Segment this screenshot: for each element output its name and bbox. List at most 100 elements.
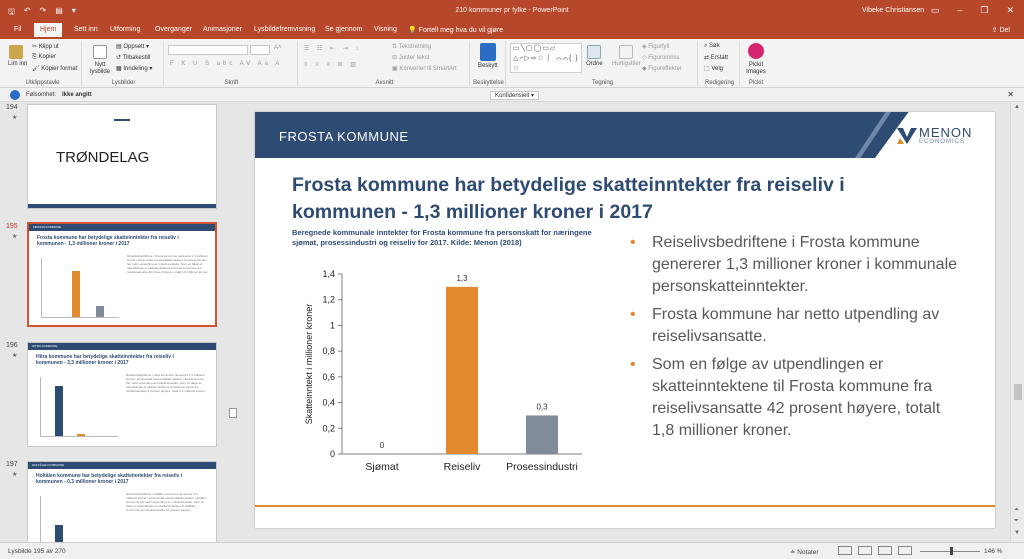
- bullet-item[interactable]: • Reiselivsbedriftene i Frosta kommune ge…: [625, 232, 965, 298]
- y-tick-label: 0,8: [322, 346, 335, 356]
- paste-button[interactable]: Lim inn: [8, 45, 27, 67]
- layout-button[interactable]: ▤ Oppsett ▾: [116, 43, 149, 50]
- slide-sorter-icon[interactable]: [858, 546, 872, 555]
- copy-button[interactable]: ⎘ Kopier: [32, 54, 56, 61]
- arrange-button[interactable]: Ordne: [586, 45, 603, 67]
- restore-icon[interactable]: ❐: [980, 5, 988, 16]
- shape-effects-button[interactable]: ◆ Figureffekter: [642, 65, 682, 72]
- tab-file[interactable]: Fil: [14, 26, 21, 33]
- scroll-down-icon[interactable]: ▼: [1014, 530, 1020, 536]
- shape-fill-button[interactable]: ◈ Figurfyll: [642, 43, 669, 50]
- protection-group: Beskytt Beskyttelse: [472, 41, 506, 86]
- quick-styles-button[interactable]: Hurtigstiler: [612, 45, 641, 67]
- thumb-number: 194: [6, 104, 18, 111]
- notes-button[interactable]: ≐ Notater: [790, 548, 819, 556]
- scrollbar-thumb[interactable]: [1014, 384, 1022, 400]
- chart-caption[interactable]: Beregnede kommunale inntekter for Frosta…: [292, 228, 592, 248]
- zoom-slider-knob[interactable]: [950, 547, 953, 555]
- font-format-buttons[interactable]: F K U S abc AV Aa A: [170, 61, 282, 67]
- list-buttons[interactable]: ☰ ☷ ⇤ ⇥ ↕: [304, 45, 361, 52]
- y-tick-label: 1,2: [322, 295, 335, 305]
- vertical-scrollbar[interactable]: ▲ ⏶ ⏷ ▼: [1010, 102, 1024, 542]
- scroll-up-icon[interactable]: ▲: [1014, 104, 1020, 110]
- thumb-bar: [96, 306, 104, 317]
- thumb-bullets: Reiselivsbedriftene i Frosta kommune gen…: [127, 254, 209, 274]
- tab-review[interactable]: Se gjennom: [325, 26, 362, 33]
- minimize-icon[interactable]: –: [957, 5, 962, 16]
- y-tick-label: 0,2: [322, 423, 335, 433]
- pane-resize-handle[interactable]: [229, 408, 237, 418]
- protect-button[interactable]: Beskytt: [478, 43, 498, 69]
- reading-view-icon[interactable]: [878, 546, 892, 555]
- bullet-item[interactable]: • Frosta kommune har netto utpendling av …: [625, 304, 965, 348]
- slide-thumbnail-195[interactable]: FROSTA KOMMUNE Frosta kommune har betyde…: [27, 222, 217, 327]
- logo-icon: [114, 111, 130, 121]
- format-painter-button[interactable]: 🖌 Kopier format: [32, 65, 77, 72]
- pickit-button[interactable]: Pickit Images: [744, 43, 768, 76]
- pickit-icon: [748, 43, 764, 59]
- tab-home[interactable]: Hjem: [34, 23, 63, 37]
- thumb-title: Holtålen kommune har betydelige skattein…: [36, 473, 183, 485]
- bar-chart[interactable]: 0 0,2 0,4 0,6 0,8 1 1,2 1,4 Skatteinntekt i mill…: [300, 262, 590, 482]
- slide-thumbnail-194[interactable]: TRØNDELAG: [27, 104, 217, 209]
- slide-title[interactable]: Frosta kommune har betydelige skatteinnt…: [292, 172, 882, 226]
- logo-subtitle: ECONOMICS: [919, 139, 966, 145]
- font-name-select[interactable]: [168, 45, 248, 55]
- align-text-button[interactable]: ⊟ Juster tekst: [392, 54, 429, 61]
- tab-view[interactable]: Visning: [374, 26, 397, 33]
- select-button[interactable]: ⬚ Velg: [704, 65, 723, 72]
- section-button[interactable]: ▦ Inndeling ▾: [116, 65, 152, 72]
- slide-counter: Lysbilde 195 av 270: [8, 548, 66, 555]
- thumb-number: 195: [6, 223, 18, 230]
- reset-button[interactable]: ↺ Tilbakestill: [116, 54, 150, 61]
- search-icon: ⌕: [704, 43, 708, 49]
- ribbon-display-icon[interactable]: ▭: [931, 5, 940, 16]
- font-size-select[interactable]: [250, 45, 270, 55]
- close-bar-icon[interactable]: ✕: [1007, 90, 1014, 99]
- cut-button[interactable]: ✂ Klipp ut: [32, 43, 59, 50]
- bullet-icon: •: [630, 306, 636, 323]
- classification-dropdown[interactable]: Konfidensielt ▾: [490, 91, 540, 100]
- tab-insert[interactable]: Sett inn: [74, 26, 98, 33]
- slide-thumbnail-197[interactable]: HOLTÅLEN KOMMUNE Holtålen kommune har be…: [27, 461, 217, 542]
- tab-slideshow[interactable]: Lysbildefremvisning: [254, 26, 315, 33]
- paragraph-group-label: Avsnitt: [375, 80, 394, 86]
- tab-animations[interactable]: Animasjoner: [203, 26, 242, 33]
- user-name[interactable]: Vibeke Christiansen: [862, 7, 924, 14]
- close-icon[interactable]: ✕: [1006, 5, 1014, 16]
- bullet-icon: •: [630, 234, 636, 251]
- tab-transitions[interactable]: Overganger: [155, 26, 192, 33]
- align-buttons[interactable]: ≡ ≡ ≡ ≣ ▥: [304, 61, 359, 68]
- prev-slide-icon[interactable]: ⏶: [1014, 507, 1019, 514]
- slides-group-label: Lysbilder: [111, 80, 136, 86]
- slideshow-view-icon[interactable]: [898, 546, 912, 555]
- bullet-item[interactable]: • Som en følge av utpendlingen er skattei…: [625, 354, 965, 442]
- normal-view-icon[interactable]: [838, 546, 852, 555]
- shapes-gallery[interactable]: ▭╲▢◯▭▱ △⌐▷⇨☆ ⎸⌒⌒{ }☆: [510, 43, 582, 73]
- new-slide-icon: [93, 45, 107, 59]
- thumbnail-pane-splitter[interactable]: [226, 102, 238, 542]
- bullet-list[interactable]: • Reiselivsbedriftene i Frosta kommune ge…: [625, 232, 965, 448]
- bullet-icon: •: [630, 356, 636, 373]
- x-category-label: Sjømat: [365, 461, 398, 473]
- zoom-level[interactable]: 146 %: [984, 548, 1002, 555]
- convert-smartart-button[interactable]: ▣ Konverter til SmartArt: [392, 65, 457, 72]
- tab-design[interactable]: Utforming: [110, 26, 140, 33]
- thumb-region-title: TRØNDELAG: [56, 149, 150, 166]
- thumb-band: FROSTA KOMMUNE: [29, 224, 215, 231]
- tell-me-search[interactable]: 💡 Fortell meg hva du vil gjøre: [408, 26, 503, 34]
- grow-font-icon[interactable]: A˄: [274, 45, 282, 51]
- pickit-group: Pickit Images Pickit: [742, 41, 770, 86]
- new-slide-button[interactable]: Nytt lysbilde: [88, 45, 112, 76]
- shape-outline-button[interactable]: ◇ Figuromriss: [642, 54, 680, 61]
- next-slide-icon[interactable]: ⏷: [1014, 518, 1019, 525]
- slide-canvas[interactable]: FROSTA KOMMUNE MENON ECONOMICS Frosta ko…: [255, 112, 995, 528]
- x-category-label: Reiseliv: [444, 461, 482, 473]
- share-button[interactable]: ⇪ Del: [992, 26, 1010, 34]
- thumb-number: 196: [6, 342, 18, 349]
- municipality-heading[interactable]: FROSTA KOMMUNE: [279, 129, 409, 144]
- text-direction-button[interactable]: ⇅ Tekstretning: [392, 43, 431, 50]
- replace-button[interactable]: ⇄ Erstatt: [704, 54, 728, 61]
- slide-thumbnail-196[interactable]: HITRA KOMMUNE Hitra kommune har betydeli…: [27, 342, 217, 447]
- find-button[interactable]: ⌕ Søk: [704, 43, 720, 50]
